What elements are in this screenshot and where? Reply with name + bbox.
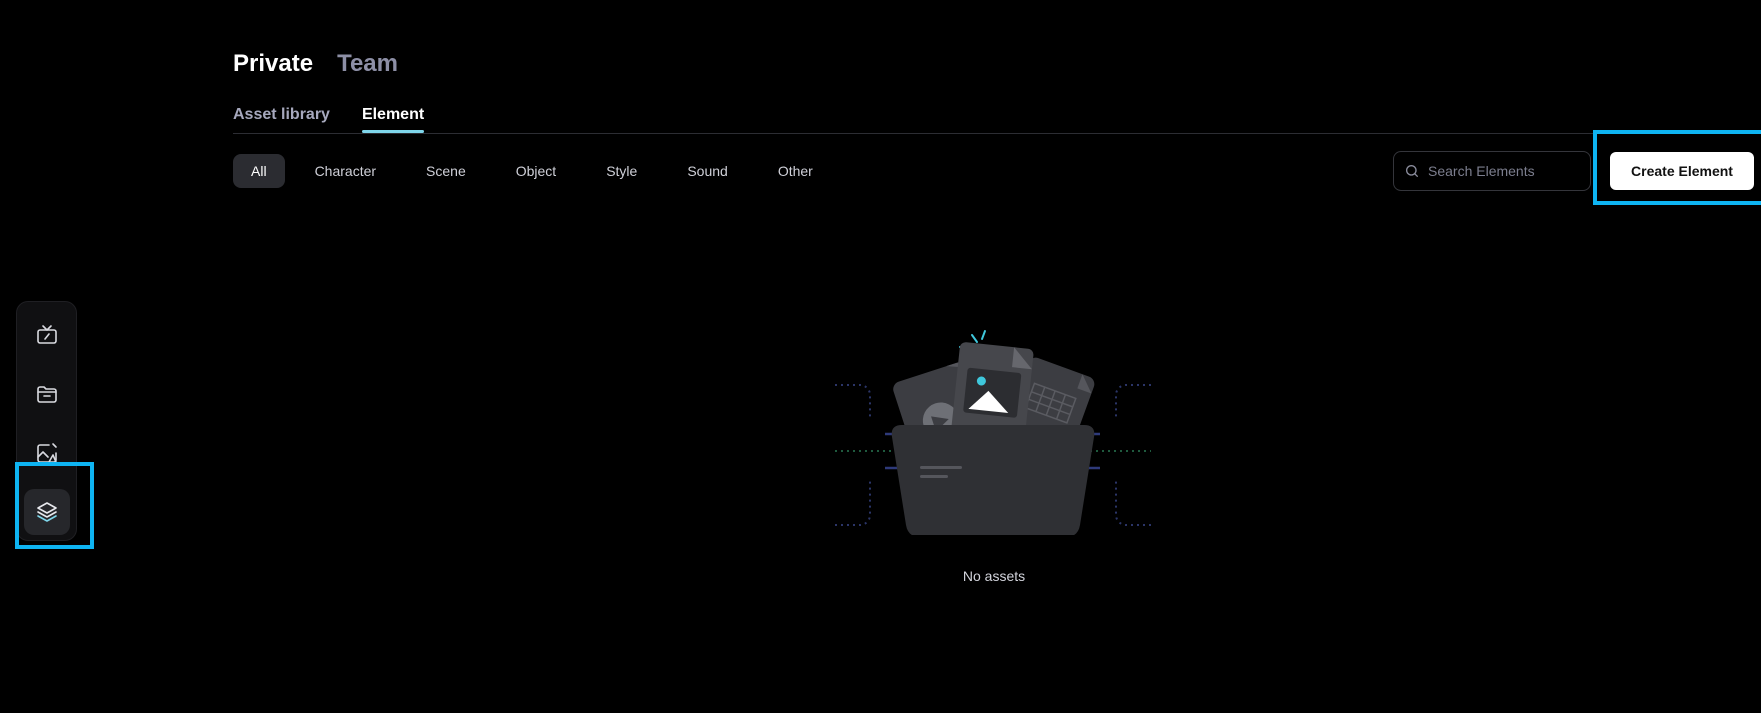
tab-private[interactable]: Private xyxy=(233,50,313,78)
sidebar-item-tv[interactable] xyxy=(24,312,70,358)
tab-team[interactable]: Team xyxy=(337,50,398,78)
sub-tabs: Asset library Element xyxy=(233,106,425,133)
sidebar-item-layers[interactable] xyxy=(24,489,70,535)
filter-all[interactable]: All xyxy=(233,154,285,188)
tabs-divider xyxy=(233,133,1761,134)
empty-state-text: No assets xyxy=(962,568,1026,584)
tab-element[interactable]: Element xyxy=(361,106,425,133)
filter-character[interactable]: Character xyxy=(295,154,396,188)
scope-tabs: Private Team xyxy=(233,50,398,78)
tv-icon xyxy=(37,325,57,344)
layers-icon xyxy=(37,502,57,522)
search-box xyxy=(1393,151,1591,191)
search-icon xyxy=(1406,165,1418,177)
create-element-button[interactable]: Create Element xyxy=(1610,152,1754,190)
image-edit-icon xyxy=(37,443,57,463)
sidebar-item-image-edit[interactable] xyxy=(24,430,70,476)
filter-chips: All Character Scene Object Style Sound O… xyxy=(233,154,843,188)
filter-other[interactable]: Other xyxy=(758,154,833,188)
app-root: Private Team Asset library Element All C… xyxy=(0,0,1761,713)
filter-style[interactable]: Style xyxy=(586,154,657,188)
tab-asset-library[interactable]: Asset library xyxy=(233,106,330,132)
filter-sound[interactable]: Sound xyxy=(667,154,747,188)
sidebar xyxy=(16,301,77,541)
filter-scene[interactable]: Scene xyxy=(406,154,486,188)
empty-folder-illustration xyxy=(835,330,1151,535)
search-input[interactable] xyxy=(1428,163,1578,179)
filter-object[interactable]: Object xyxy=(496,154,576,188)
folder-icon xyxy=(37,386,57,403)
sidebar-item-folder[interactable] xyxy=(24,371,70,417)
